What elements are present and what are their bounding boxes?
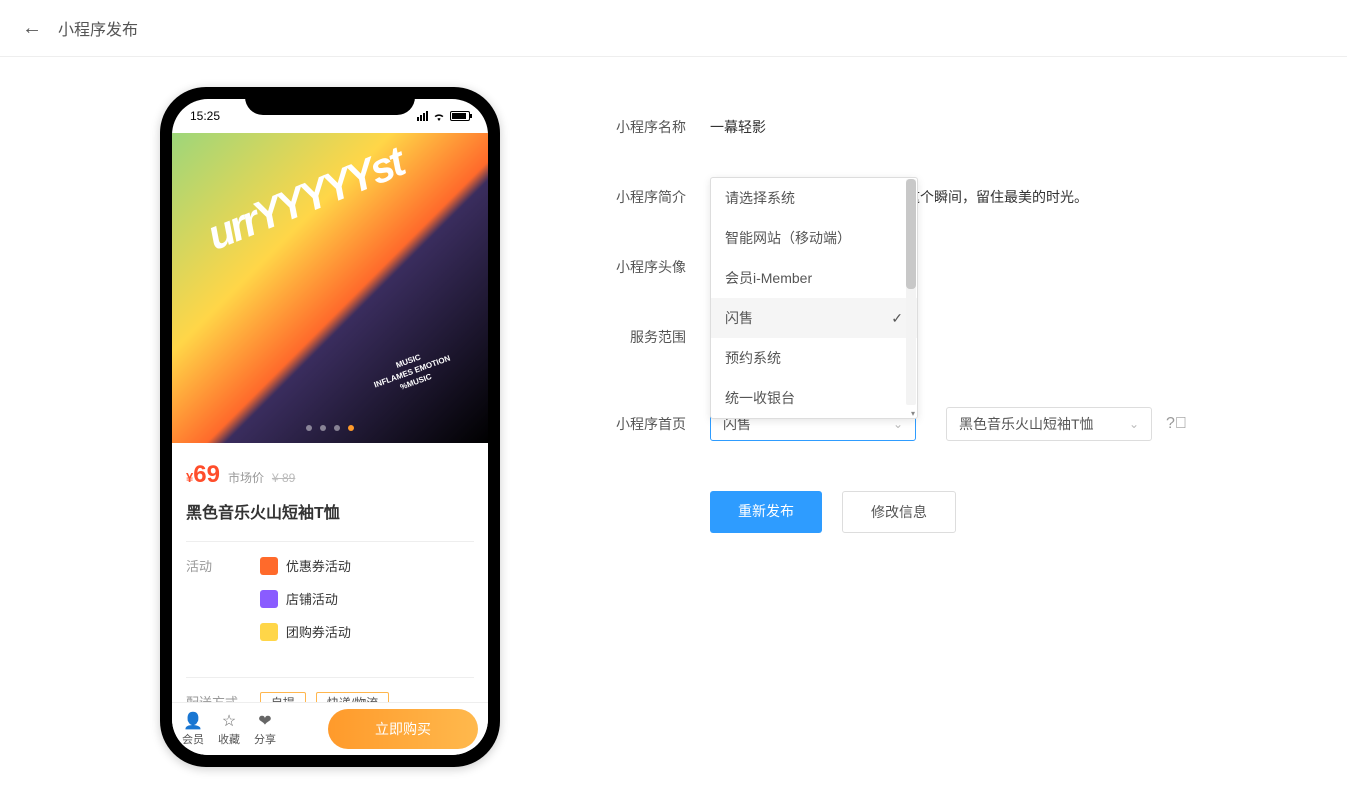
page-title: 小程序发布: [58, 16, 138, 40]
member-button[interactable]: 👤 会员: [182, 711, 204, 747]
phone-preview: 15:25 urrYYYYYst MUSIC INFLAMES EMOTION: [160, 87, 500, 767]
form-panel: 小程序名称 一幕轻影 小程序简介 一幕轻影专注于婚纱摄影，捕捉这个瞬间，留住最美…: [600, 87, 1287, 767]
group-icon: [260, 623, 278, 641]
product-body: ¥69 市场价 ¥ 89 黑色音乐火山短袖T恤 活动 优惠券活动: [172, 443, 488, 727]
main-content: 15:25 urrYYYYYst MUSIC INFLAMES EMOTION: [0, 57, 1347, 797]
dropdown-item[interactable]: 请选择系统: [711, 178, 917, 218]
desc-label: 小程序简介: [600, 187, 710, 207]
share-button[interactable]: ❤︎ 分享: [254, 711, 276, 747]
activity-section: 活动 优惠券活动 店铺活动: [186, 541, 474, 659]
status-icons: [417, 111, 470, 121]
edit-info-button[interactable]: 修改信息: [842, 491, 956, 533]
hero-brand-text: urrYYYYYst: [201, 138, 410, 260]
scrollbar-thumb[interactable]: [906, 179, 916, 289]
battery-icon: [450, 111, 470, 121]
system-dropdown[interactable]: 请选择系统 智能网站（移动端） 会员i-Member 闪售 ✓ 预约系统 统一收…: [710, 177, 918, 419]
form-row-home: 小程序首页 闪售 ⌄ 黑色音乐火山短袖T恤 ⌄ ?⃝ 请选择系统 智能网站（移动…: [600, 407, 1287, 441]
select-value: 黑色音乐火山短袖T恤: [959, 414, 1094, 434]
button-row: 重新发布 修改信息: [710, 491, 1287, 533]
activity-list: 优惠券活动 店铺活动 团购券活动: [260, 556, 351, 655]
signal-icon: [417, 111, 428, 121]
scope-label: 服务范围: [600, 327, 710, 347]
dropdown-item[interactable]: 会员i-Member: [711, 258, 917, 298]
coupon-icon: [260, 557, 278, 575]
favorite-button[interactable]: ☆ 收藏: [218, 711, 240, 747]
orig-price-label: 市场价: [228, 469, 264, 486]
activity-item[interactable]: 团购券活动: [260, 622, 351, 641]
form-row-desc: 小程序简介 一幕轻影专注于婚纱摄影，捕捉这个瞬间，留住最美的时光。: [600, 187, 1287, 207]
price-row: ¥69 市场价 ¥ 89: [186, 461, 474, 489]
help-icon[interactable]: ?⃝: [1166, 415, 1187, 433]
home-select-page[interactable]: 黑色音乐火山短袖T恤 ⌄: [946, 407, 1152, 441]
activity-item[interactable]: 店铺活动: [260, 589, 351, 608]
name-label: 小程序名称: [600, 117, 710, 137]
product-hero: urrYYYYYst MUSIC INFLAMES EMOTION %MUSIC: [172, 133, 488, 443]
carousel-dot-active[interactable]: [348, 425, 354, 431]
wifi-icon: [432, 111, 446, 121]
name-value: 一幕轻影: [710, 117, 766, 137]
republish-button[interactable]: 重新发布: [710, 491, 822, 533]
dropdown-item-selected[interactable]: 闪售 ✓: [711, 298, 917, 338]
product-title: 黑色音乐火山短袖T恤: [186, 499, 474, 523]
carousel-dots[interactable]: [306, 425, 354, 431]
carousel-dot[interactable]: [306, 425, 312, 431]
current-price: ¥69: [186, 461, 220, 489]
hero-slogan: MUSIC INFLAMES EMOTION %MUSIC: [368, 343, 455, 402]
chevron-down-icon: ⌄: [1129, 417, 1139, 431]
dropdown-item[interactable]: 智能网站（移动端）: [711, 218, 917, 258]
phone-notch: [245, 87, 415, 115]
user-icon: 👤: [182, 711, 204, 731]
scroll-down-icon[interactable]: ▾: [911, 409, 915, 418]
bottom-bar: 👤 会员 ☆ 收藏 ❤︎ 分享 立即购买: [172, 702, 488, 755]
store-icon: [260, 590, 278, 608]
dropdown-item[interactable]: 预约系统: [711, 338, 917, 378]
dropdown-scrollbar[interactable]: [906, 179, 916, 405]
form-row-name: 小程序名称 一幕轻影: [600, 117, 1287, 137]
buy-now-button[interactable]: 立即购买: [328, 709, 478, 749]
page-header: ← 小程序发布: [0, 0, 1347, 57]
chevron-down-icon: ⌄: [893, 417, 903, 431]
orig-price: ¥ 89: [272, 471, 295, 485]
activity-item[interactable]: 优惠券活动: [260, 556, 351, 575]
carousel-dot[interactable]: [334, 425, 340, 431]
check-icon: ✓: [891, 310, 903, 327]
back-arrow-icon[interactable]: ←: [22, 17, 42, 40]
phone-frame: 15:25 urrYYYYYst MUSIC INFLAMES EMOTION: [160, 87, 500, 767]
share-icon: ❤︎: [254, 711, 276, 731]
phone-screen: 15:25 urrYYYYYst MUSIC INFLAMES EMOTION: [172, 99, 488, 755]
status-time: 15:25: [190, 109, 220, 123]
dropdown-item[interactable]: 统一收银台: [711, 378, 917, 418]
star-icon: ☆: [218, 711, 240, 731]
activity-label: 活动: [186, 556, 256, 575]
form-row-avatar: 小程序头像: [600, 257, 1287, 277]
home-label: 小程序首页: [600, 414, 710, 434]
form-row-scope: 服务范围: [600, 327, 1287, 347]
carousel-dot[interactable]: [320, 425, 326, 431]
avatar-label: 小程序头像: [600, 257, 710, 277]
